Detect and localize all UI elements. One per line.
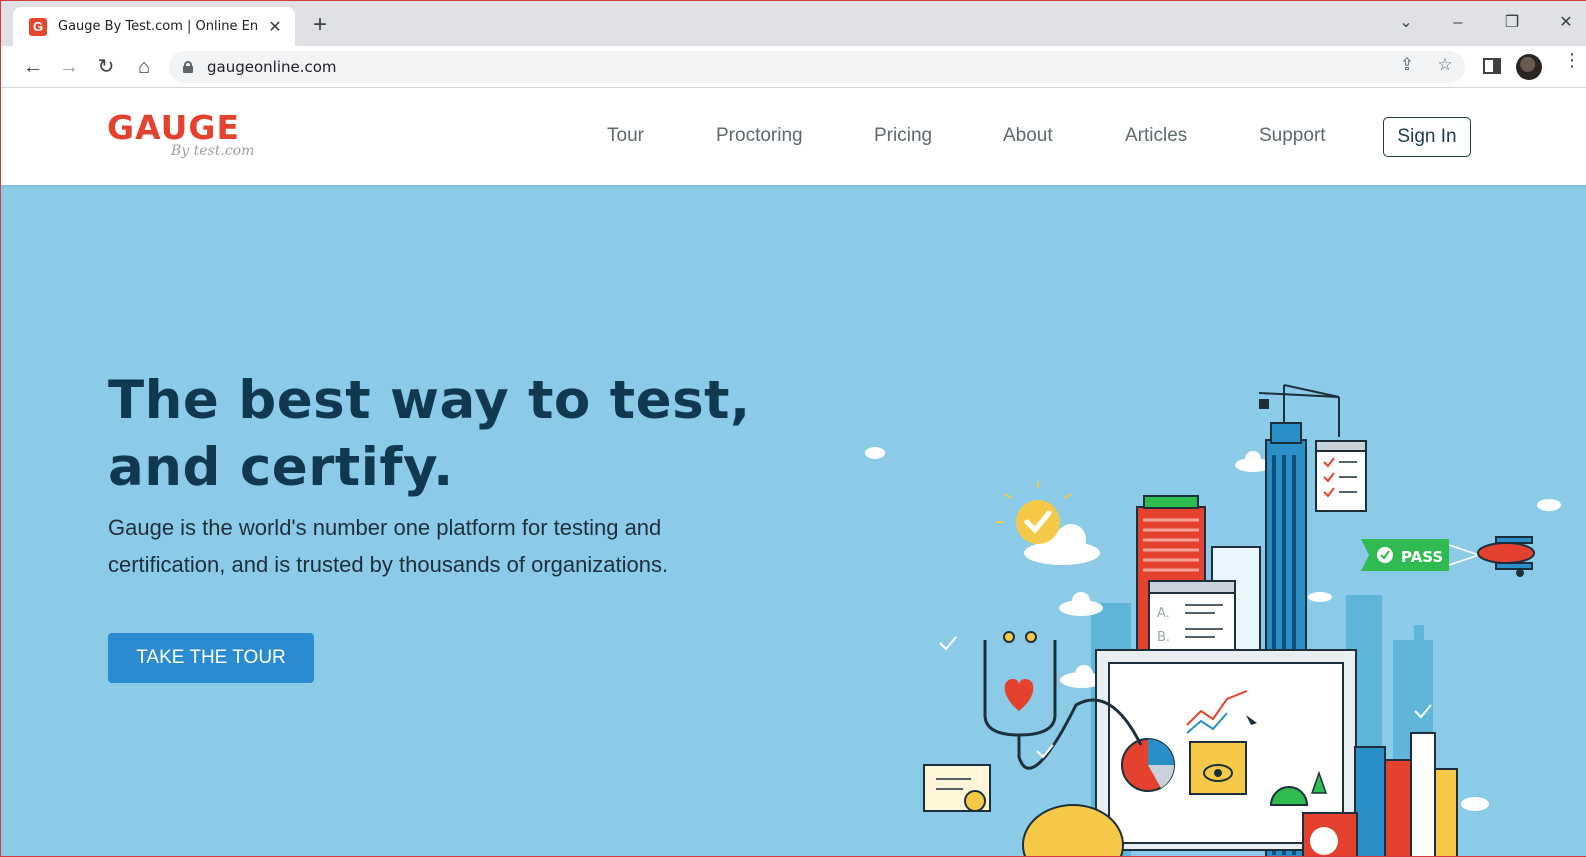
airplane-icon [1448,536,1535,577]
nav-pricing[interactable]: Pricing [874,125,932,147]
reload-icon[interactable]: ↻ [92,54,120,80]
address-bar[interactable]: gaugeonline.com ⇪ ☆ [169,51,1465,83]
share-icon[interactable]: ⇪ [1395,55,1419,75]
forward-arrow-icon[interactable]: → [55,54,83,80]
gauge-logo[interactable]: GAUGE By test.com [107,108,257,162]
tab-search-icon[interactable]: ⌄ [1391,9,1421,37]
nav-support[interactable]: Support [1259,125,1326,147]
url-text: gaugeonline.com [207,58,337,76]
bookmark-star-icon[interactable]: ☆ [1433,55,1457,75]
sign-in-button[interactable]: Sign In [1383,117,1471,157]
nav-tour[interactable]: Tour [607,125,644,147]
side-panel-icon[interactable] [1483,58,1501,74]
gauge-favicon-icon: G [29,17,47,36]
close-window-button[interactable]: ✕ [1551,9,1581,37]
menu-kebab-icon[interactable]: ⋮ [1563,51,1581,69]
close-tab-icon[interactable]: ✕ [265,17,285,37]
nav-articles[interactable]: Articles [1125,125,1187,147]
hero-section: The best way to test, and certify. Gauge… [1,185,1586,856]
tab-title: Gauge By Test.com | Online Enter [58,19,258,34]
browser-toolbar: ← → ↻ ⌂ gaugeonline.com ⇪ ☆ ⋮ [1,46,1586,88]
logo-subtitle: By test.com [171,143,255,159]
site-header: GAUGE By test.com Tour Proctoring Pricin… [1,88,1586,185]
pass-badge-text: PASS [1401,548,1443,566]
browser-window: G Gauge By Test.com | Online Enter ✕ + ⌄… [0,0,1586,857]
city-testing-illustration: PASS A. B. C. [865,384,1561,856]
quiz-option-a: A. [1157,606,1170,621]
quiz-option-b: B. [1157,630,1170,645]
restore-button[interactable]: ❐ [1497,9,1527,37]
award-seal-icon [964,790,986,812]
lock-icon[interactable] [183,61,193,73]
logo-text: GAUGE [107,108,241,147]
profile-avatar[interactable] [1516,54,1542,80]
new-tab-button[interactable]: + [307,13,333,39]
minimize-button[interactable]: – [1443,9,1473,37]
heart-icon [1004,679,1034,711]
back-arrow-icon[interactable]: ← [19,54,47,80]
tab-strip: G Gauge By Test.com | Online Enter ✕ + ⌄… [1,1,1586,46]
home-icon[interactable]: ⌂ [130,54,158,80]
nav-about[interactable]: About [1003,125,1053,147]
browser-tab[interactable]: G Gauge By Test.com | Online Enter ✕ [13,7,295,46]
nav-proctoring[interactable]: Proctoring [716,125,803,147]
